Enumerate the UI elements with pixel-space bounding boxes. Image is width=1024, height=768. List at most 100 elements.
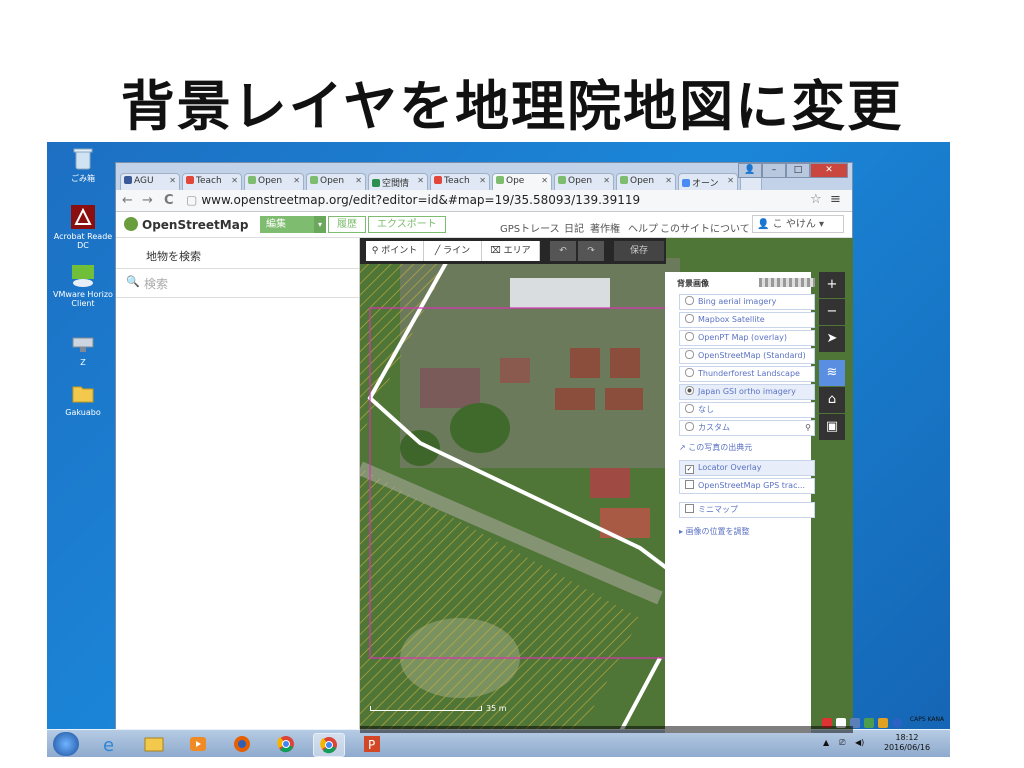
browser-tab[interactable]: Open ✕: [306, 173, 366, 190]
history-button[interactable]: 履歴: [328, 216, 366, 233]
explorer-icon[interactable]: [139, 733, 169, 755]
background-option-selected[interactable]: Japan GSI ortho imagery: [679, 384, 815, 400]
imagery-source-link[interactable]: ↗ この写真の出典元: [679, 442, 752, 453]
user-menu[interactable]: 👤 こ やけん ▾: [752, 215, 844, 233]
option-label: Japan GSI ortho imagery: [698, 387, 796, 396]
tab-close-icon[interactable]: ✕: [541, 176, 548, 185]
background-option[interactable]: Thunderforest Landscape: [679, 366, 815, 382]
url-input[interactable]: ▢ www.openstreetmap.org/edit?editor=id&#m…: [186, 193, 792, 208]
tab-close-icon[interactable]: ✕: [355, 176, 362, 185]
tab-label: Open: [258, 176, 283, 186]
desktop-icon-vmware[interactable]: VMware Horizo Client: [47, 262, 119, 308]
tab-close-icon[interactable]: ✕: [727, 176, 734, 185]
overlay-option[interactable]: OpenStreetMap GPS trac...: [679, 478, 815, 494]
nav-link-help[interactable]: ヘルプ: [628, 220, 658, 235]
nav-link-diary[interactable]: 日記: [564, 220, 584, 235]
desktop-icon-z-drive[interactable]: Z: [47, 330, 119, 367]
edit-button[interactable]: 編集: [260, 216, 314, 233]
save-button[interactable]: 保存: [614, 241, 664, 261]
help-button[interactable]: ▣: [819, 414, 845, 440]
opacity-slider[interactable]: [759, 278, 815, 287]
bookmark-star-icon[interactable]: ☆: [810, 192, 822, 207]
reload-icon[interactable]: C: [164, 193, 174, 208]
link-label: この写真の出典元: [688, 443, 753, 452]
chrome-icon[interactable]: [271, 733, 301, 755]
tab-label: オーン: [692, 179, 719, 189]
ime-pad-icon[interactable]: [878, 718, 888, 728]
ime-help-icon[interactable]: [892, 718, 902, 728]
browser-tab-active[interactable]: Ope ✕: [492, 173, 552, 190]
browser-tab[interactable]: Teach ✕: [182, 173, 242, 190]
chrome-active-icon[interactable]: [313, 733, 345, 757]
scale-bar: [370, 706, 482, 711]
geolocate-button[interactable]: ➤: [819, 326, 845, 352]
export-button[interactable]: エクスポート: [368, 216, 446, 233]
close-button[interactable]: ✕: [810, 163, 848, 178]
media-player-icon[interactable]: [183, 733, 213, 755]
user-icon[interactable]: 👤: [738, 163, 762, 178]
line-icon: ╱: [434, 246, 441, 256]
start-button[interactable]: [53, 732, 79, 756]
browser-tab[interactable]: オーン ✕: [678, 173, 738, 190]
tab-close-icon[interactable]: ✕: [169, 176, 176, 185]
volume-icon[interactable]: ◀): [855, 738, 864, 747]
undo-button[interactable]: ↶: [550, 241, 576, 261]
desktop-icon-recycle-bin[interactable]: ごみ箱: [47, 146, 119, 183]
map-canvas[interactable]: ⚲ ポイント ╱ ライン ⌧ エリア ↶ ↷ 保存 背景画像 Bing aeri…: [360, 238, 853, 733]
background-option[interactable]: OpenStreetMap (Standard): [679, 348, 815, 364]
tab-close-icon[interactable]: ✕: [231, 176, 238, 185]
browser-tab[interactable]: Open ✕: [554, 173, 614, 190]
ie-icon[interactable]: e: [95, 733, 125, 756]
background-option[interactable]: なし: [679, 402, 815, 418]
tab-close-icon[interactable]: ✕: [417, 176, 424, 185]
background-option[interactable]: Bing aerial imagery: [679, 294, 815, 310]
tab-close-icon[interactable]: ✕: [665, 176, 672, 185]
forward-icon[interactable]: →: [142, 193, 153, 208]
desktop-icon-folder[interactable]: Gakuabo: [47, 380, 119, 417]
ime-dictionary-icon[interactable]: [864, 718, 874, 728]
powerpoint-icon[interactable]: P: [357, 733, 387, 755]
browser-tab[interactable]: Open ✕: [616, 173, 676, 190]
add-area-button[interactable]: ⌧ エリア: [482, 241, 540, 261]
option-label: Thunderforest Landscape: [698, 369, 800, 378]
add-point-button[interactable]: ⚲ ポイント: [366, 241, 424, 261]
browser-tab[interactable]: 空間情 ✕: [368, 173, 428, 190]
background-layers-button[interactable]: ≋: [819, 360, 845, 386]
background-option[interactable]: Mapbox Satellite: [679, 312, 815, 328]
nav-link-gps-traces[interactable]: GPSトレース: [500, 220, 560, 235]
osm-logo[interactable]: OpenStreetMap: [124, 217, 248, 232]
custom-search-icon[interactable]: ⚲: [805, 421, 811, 435]
overlay-option[interactable]: ✓ Locator Overlay: [679, 460, 815, 476]
redo-button[interactable]: ↷: [578, 241, 604, 261]
zoom-in-button[interactable]: +: [819, 272, 845, 298]
map-data-button[interactable]: ⌂: [819, 387, 845, 413]
nav-link-about[interactable]: このサイトについて: [660, 220, 750, 235]
menu-icon[interactable]: ≡: [830, 192, 841, 207]
clock[interactable]: 18:12 2016/06/16: [877, 733, 937, 753]
browser-tab[interactable]: Teach ✕: [430, 173, 490, 190]
tab-close-icon[interactable]: ✕: [603, 176, 610, 185]
browser-tab[interactable]: Open ✕: [244, 173, 304, 190]
radio-icon: [685, 350, 694, 359]
adjust-imagery-link[interactable]: ▸ 画像の位置を調整: [679, 526, 750, 537]
tray-arrow-icon[interactable]: ▲: [823, 738, 829, 747]
browser-tab[interactable]: AGU ✕: [120, 173, 180, 190]
minimize-button[interactable]: –: [762, 163, 786, 178]
feature-search-field[interactable]: 🔍 検索: [116, 268, 359, 298]
network-icon[interactable]: ⎚: [839, 738, 845, 748]
tab-close-icon[interactable]: ✕: [293, 176, 300, 185]
firefox-icon[interactable]: [227, 733, 257, 755]
background-option[interactable]: OpenPT Map (overlay): [679, 330, 815, 346]
option-label: なし: [698, 405, 714, 414]
nav-link-copyright[interactable]: 著作権: [590, 220, 620, 235]
zoom-out-button[interactable]: −: [819, 299, 845, 325]
back-icon[interactable]: ←: [122, 193, 133, 208]
tab-close-icon[interactable]: ✕: [479, 176, 486, 185]
edit-dropdown-icon[interactable]: ▾: [314, 216, 326, 233]
maximize-button[interactable]: □: [786, 163, 810, 178]
desktop-icon-acrobat[interactable]: Acrobat Reade DC: [47, 204, 119, 250]
minimap-toggle[interactable]: ミニマップ: [679, 502, 815, 518]
add-line-button[interactable]: ╱ ライン: [424, 241, 482, 261]
option-label: Bing aerial imagery: [698, 297, 777, 306]
background-option-custom[interactable]: カスタム ⚲: [679, 420, 815, 436]
